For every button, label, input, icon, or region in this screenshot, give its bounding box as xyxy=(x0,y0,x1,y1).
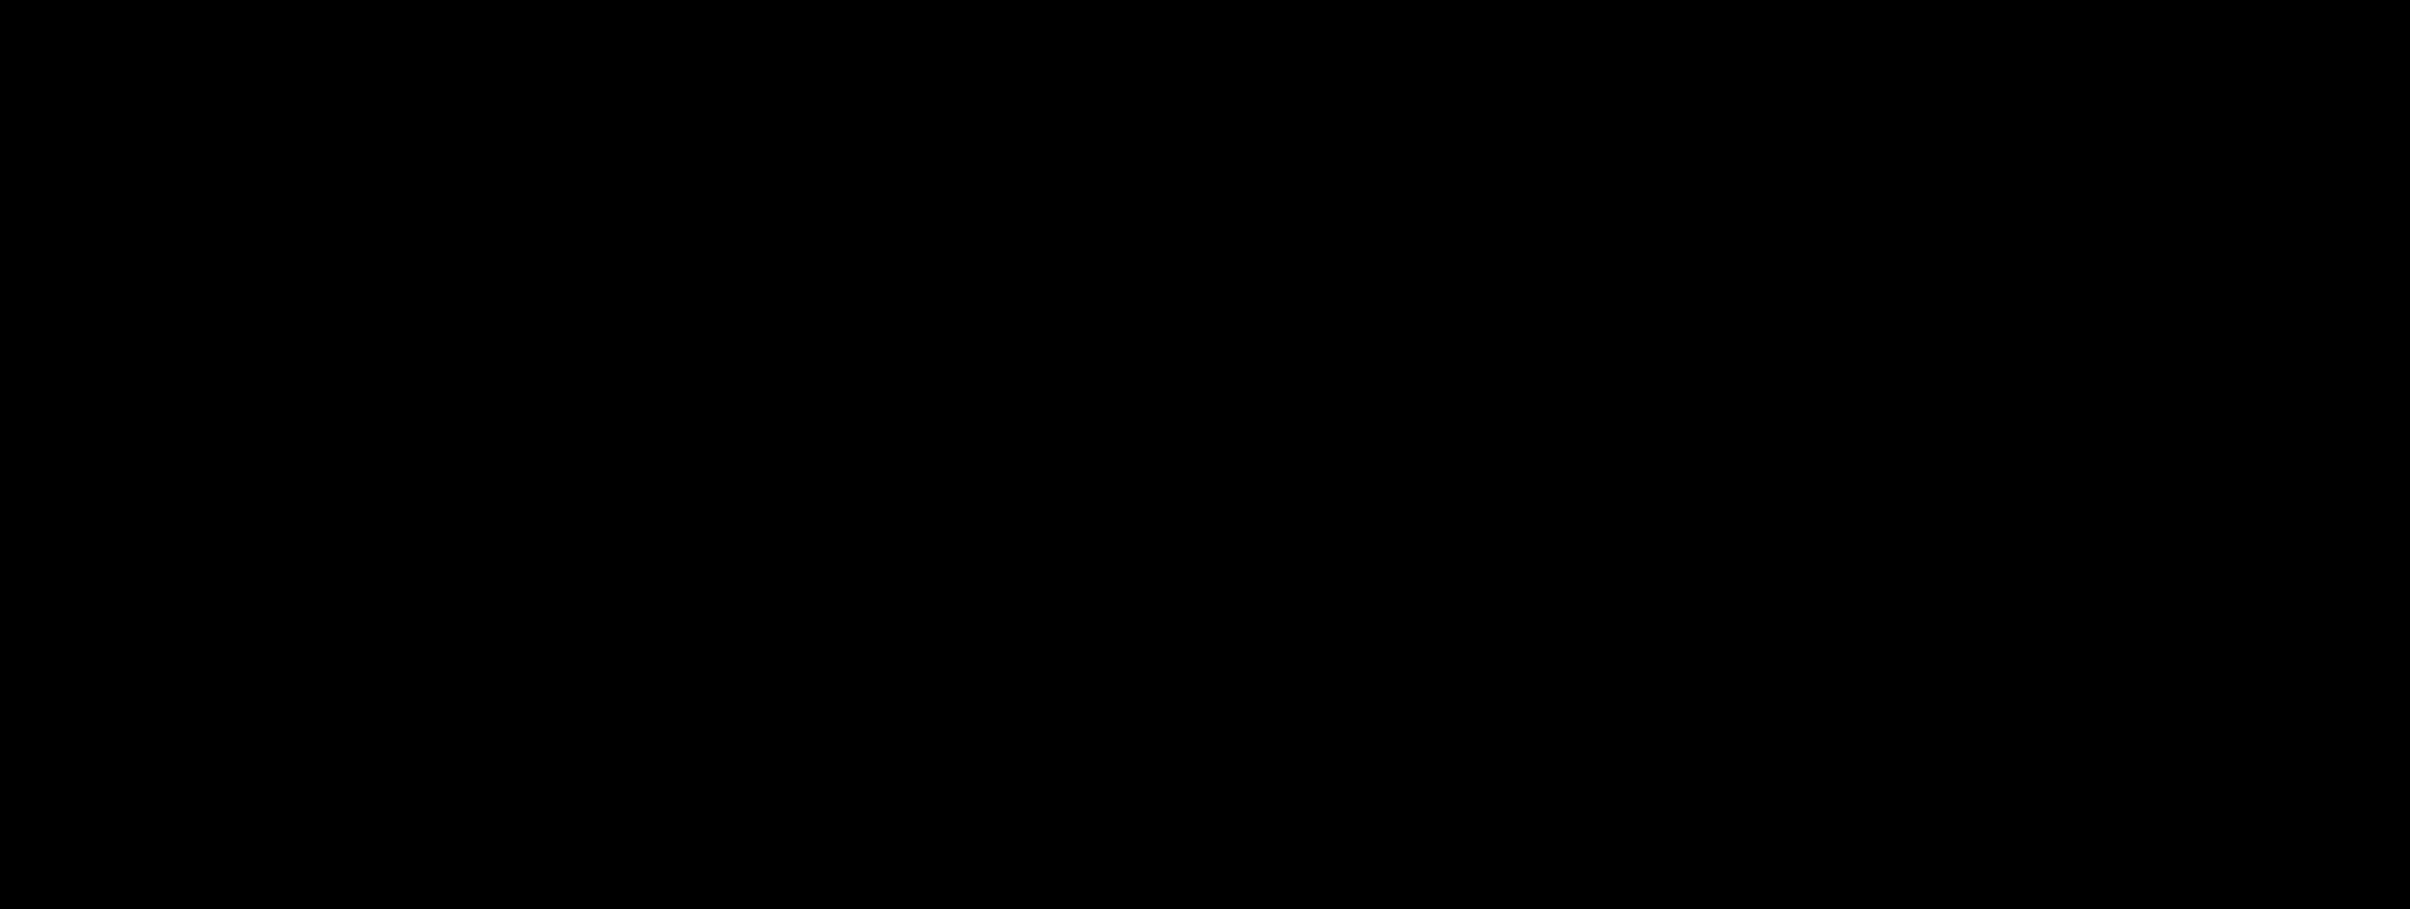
desktop xyxy=(0,0,2410,909)
